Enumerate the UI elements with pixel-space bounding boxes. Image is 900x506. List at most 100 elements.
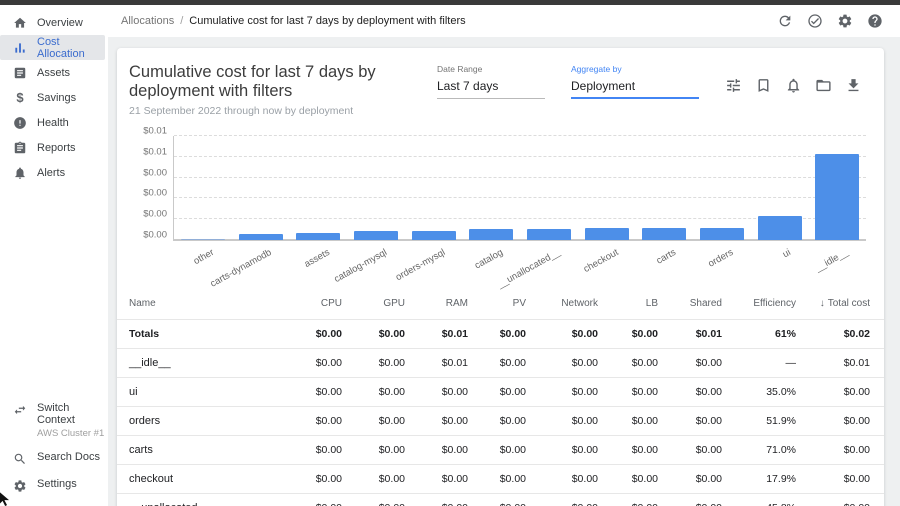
cell-gpu: $0.00 (348, 378, 411, 407)
chart-bar-slot: __idle__ (808, 136, 866, 240)
bar-orders[interactable] (700, 228, 744, 240)
dollar-glyph: $ (16, 91, 23, 104)
column-header-shared[interactable]: Shared (664, 288, 728, 320)
cell-pv: $0.00 (474, 465, 532, 494)
bar-assets[interactable] (296, 233, 340, 240)
swap-horizontal-icon (13, 403, 27, 417)
bar-carts-dynamodb[interactable] (239, 234, 283, 240)
cell-name: __idle__ (117, 349, 285, 378)
column-header-total-cost[interactable]: ↓Total cost (802, 288, 884, 320)
sidebar-footer-item-search-docs[interactable]: Search Docs (0, 445, 108, 472)
toolbar-tune-icon[interactable] (725, 77, 742, 94)
date-range-field: Date Range Last 7 days (437, 64, 545, 99)
cell-name: orders (117, 407, 285, 436)
health-error-icon (13, 116, 27, 130)
bar-carts[interactable] (642, 228, 686, 240)
cell-name: __unallocated__ (117, 494, 285, 506)
cell-ram: $0.00 (411, 494, 474, 506)
cell-shared: $0.00 (664, 407, 728, 436)
assets-card-icon (13, 66, 27, 80)
bar-__unallocated__[interactable] (527, 229, 571, 240)
cell-shared: $0.00 (664, 349, 728, 378)
aggregate-by-select[interactable]: Deployment (571, 79, 699, 99)
sidebar-nav: Overview Cost AllocationAssets$SavingsHea… (0, 10, 108, 185)
cell-network: $0.00 (532, 436, 604, 465)
y-axis-tick-label: $0.01 (143, 126, 167, 137)
card-toolbar (725, 77, 862, 94)
column-header-efficiency[interactable]: Efficiency (728, 288, 802, 320)
table-row-ui[interactable]: ui$0.00$0.00$0.00$0.00$0.00$0.00$0.0035.… (117, 378, 884, 407)
bar-checkout[interactable] (585, 228, 629, 240)
toolbar-bell-outline-icon[interactable] (785, 77, 802, 94)
column-header-cpu[interactable]: CPU (285, 288, 348, 320)
toolbar-download-icon[interactable] (845, 77, 862, 94)
bar-other[interactable] (181, 239, 225, 241)
breadcrumb-allocations-link[interactable]: Allocations (121, 15, 174, 27)
table-row-idle[interactable]: __idle__$0.00$0.00$0.01$0.00$0.00$0.00$0… (117, 349, 884, 378)
column-header-network[interactable]: Network (532, 288, 604, 320)
sidebar-item-cost-allocation[interactable]: Cost Allocation (0, 35, 105, 60)
chart-bar-slot: catalog (462, 136, 520, 240)
column-header-gpu[interactable]: GPU (348, 288, 411, 320)
cell-lb: $0.00 (604, 378, 664, 407)
cell-total-cost: $0.01 (802, 349, 884, 378)
chart-bar-slot: checkout (578, 136, 636, 240)
cell-efficiency: 45.8% (728, 494, 802, 506)
allocations-table: NameCPUGPURAMPVNetworkLBSharedEfficiency… (117, 288, 884, 506)
table-row-carts[interactable]: carts$0.00$0.00$0.00$0.00$0.00$0.00$0.00… (117, 436, 884, 465)
sidebar-item-savings[interactable]: $Savings (0, 85, 108, 110)
bar-catalog[interactable] (469, 229, 513, 240)
column-header-name[interactable]: Name (117, 288, 285, 320)
sidebar: Overview Cost AllocationAssets$SavingsHea… (0, 5, 108, 506)
topbar-help-icon[interactable] (867, 13, 883, 29)
title-block: Cumulative cost for last 7 days by deplo… (129, 63, 437, 117)
table-row-unallocated[interactable]: __unallocated__$0.00$0.00$0.00$0.00$0.00… (117, 494, 884, 506)
chart-plot-area: $0.00$0.00$0.00$0.00$0.01$0.01othercarts… (173, 136, 866, 240)
sidebar-item-overview[interactable]: Overview (0, 10, 108, 35)
bar-orders-mysql[interactable] (412, 231, 456, 240)
x-axis-category-label: catalog-mysql (333, 247, 390, 285)
table-row-orders[interactable]: orders$0.00$0.00$0.00$0.00$0.00$0.00$0.0… (117, 407, 884, 436)
bar-ui[interactable] (758, 216, 802, 240)
sidebar-footer-text: Search Docs (37, 451, 100, 463)
sidebar-item-label: Overview (37, 17, 83, 29)
date-range-select[interactable]: Last 7 days (437, 79, 545, 99)
sidebar-footer-label: Settings (37, 478, 77, 490)
sidebar-footer-item-settings[interactable]: Settings (0, 472, 108, 499)
cell-gpu: $0.00 (348, 407, 411, 436)
column-header-ram[interactable]: RAM (411, 288, 474, 320)
cell-efficiency: 17.9% (728, 465, 802, 494)
sidebar-item-reports[interactable]: Reports (0, 135, 108, 160)
bar-catalog-mysql[interactable] (354, 231, 398, 240)
cell-network: $0.00 (532, 494, 604, 506)
chart-bar-slot: carts (635, 136, 693, 240)
cumulative-cost-bar-chart: $0.00$0.00$0.00$0.00$0.01$0.01othercarts… (129, 130, 868, 276)
table-row-checkout[interactable]: checkout$0.00$0.00$0.00$0.00$0.00$0.00$0… (117, 465, 884, 494)
home-icon (13, 16, 27, 30)
allocation-report-card: Cumulative cost for last 7 days by deplo… (117, 48, 884, 506)
toolbar-bookmark-icon[interactable] (755, 77, 772, 94)
sidebar-item-label: Cost Allocation (37, 36, 105, 60)
sidebar-item-alerts[interactable]: Alerts (0, 160, 108, 185)
column-header-pv[interactable]: PV (474, 288, 532, 320)
x-axis-category-label: __unallocated__ (496, 247, 562, 290)
sidebar-footer-item-switch-context[interactable]: Switch ContextAWS Cluster #1 (0, 396, 108, 445)
cell-pv: $0.00 (474, 494, 532, 506)
main-content: Cumulative cost for last 7 days by deplo… (108, 37, 900, 506)
page-subtitle: 21 September 2022 through now by deploym… (129, 105, 437, 117)
bar-__idle__[interactable] (815, 154, 859, 240)
toolbar-folder-icon[interactable] (815, 77, 832, 94)
y-axis-tick-label: $0.00 (143, 188, 167, 199)
topbar-refresh-icon[interactable] (777, 13, 793, 29)
y-axis-tick-label: $0.01 (143, 146, 167, 157)
sidebar-item-assets[interactable]: Assets (0, 60, 108, 85)
cell-lb: $0.00 (604, 494, 664, 506)
x-axis-category-label: assets (302, 247, 331, 270)
cell-lb: $0.00 (604, 320, 664, 349)
bar-chart-icon (13, 41, 27, 55)
topbar-gear-icon[interactable] (837, 13, 853, 29)
x-axis-category-label: other (192, 247, 216, 267)
sidebar-item-health[interactable]: Health (0, 110, 108, 135)
column-header-lb[interactable]: LB (604, 288, 664, 320)
topbar-check-circle-icon[interactable] (807, 13, 823, 29)
